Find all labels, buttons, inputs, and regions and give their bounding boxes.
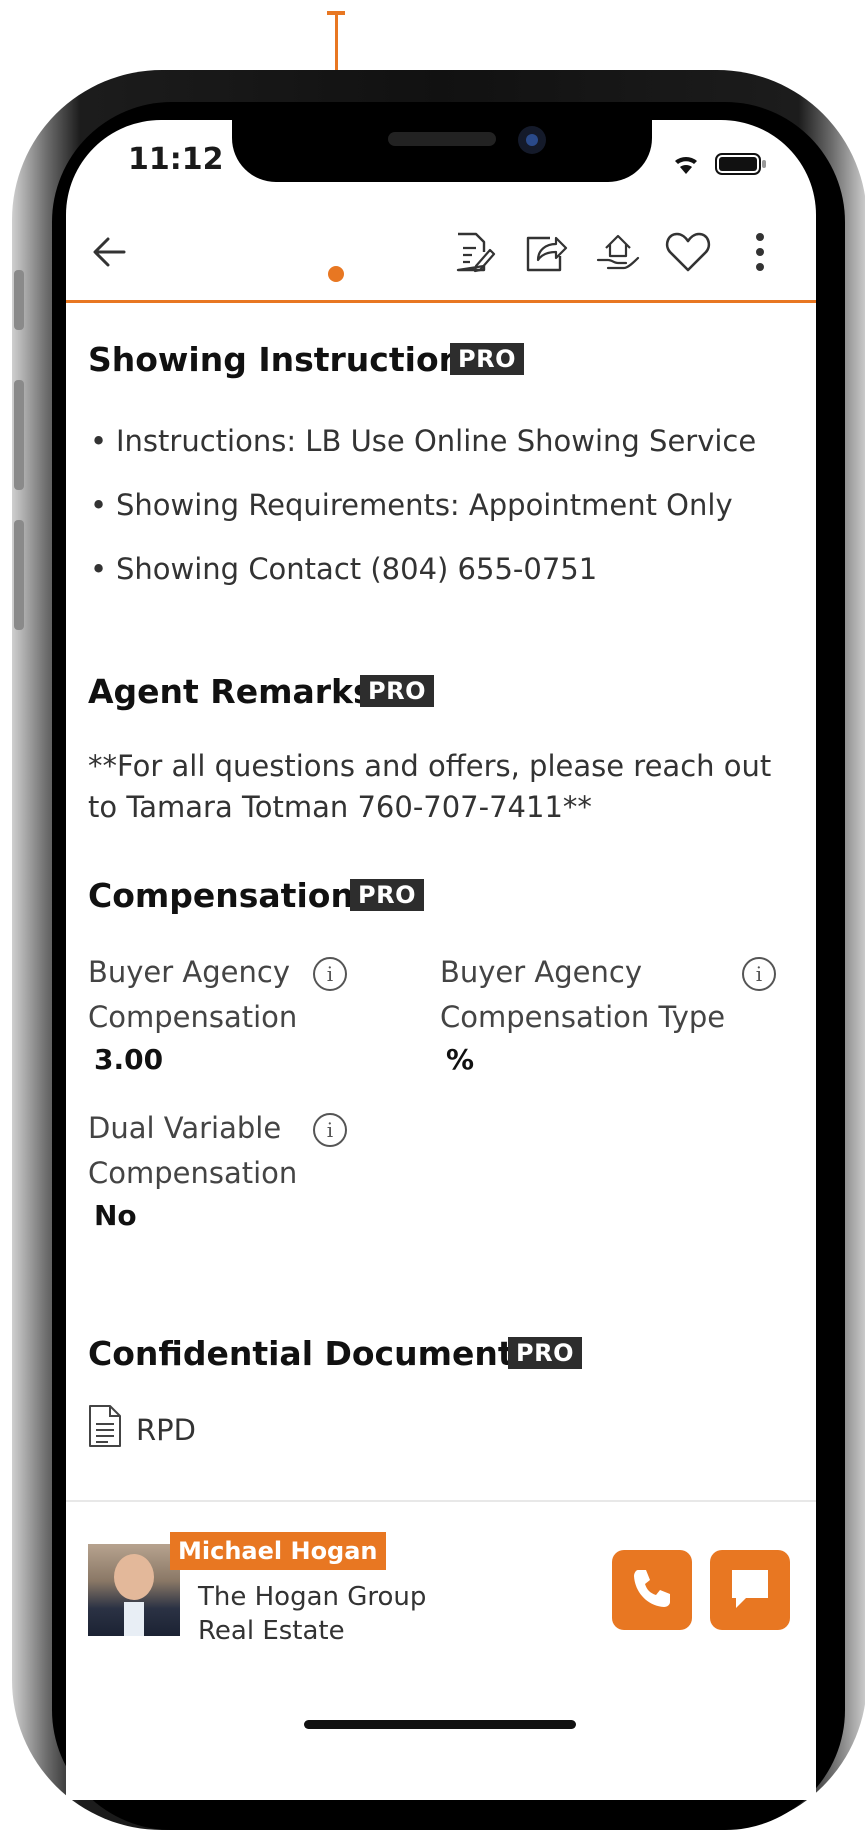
list-item: Instructions: LB Use Online Showing Serv… [90, 424, 756, 458]
buyer-agency-compensation-type-value: % [446, 1043, 475, 1076]
info-icon[interactable]: i [742, 957, 776, 991]
chat-bubble-icon [726, 1564, 774, 1616]
agent-remarks-title: Agent Remarks [88, 672, 373, 711]
status-icons [672, 148, 772, 178]
agent-name[interactable]: Michael Hogan [170, 1532, 386, 1570]
home-offer-icon[interactable] [592, 226, 644, 278]
more-vertical-icon[interactable] [734, 226, 786, 278]
compensation-pro-badge: PRO [350, 879, 424, 911]
call-button[interactable] [612, 1550, 692, 1630]
showing-instructions-pro-badge: PRO [450, 343, 524, 375]
volume-up-button [14, 380, 24, 490]
wifi-icon [675, 156, 697, 174]
home-indicator [304, 1720, 576, 1729]
confidential-documents-pro-badge: PRO [508, 1337, 582, 1369]
avatar[interactable] [88, 1544, 180, 1636]
list-item: Showing Requirements: Appointment Only [90, 488, 733, 522]
document-link-rpd[interactable]: RPD [88, 1404, 196, 1455]
compensation-title: Compensation [88, 876, 354, 915]
document-icon [88, 1404, 122, 1455]
agent-remarks-pro-badge: PRO [360, 675, 434, 707]
back-arrow-icon[interactable] [84, 226, 136, 278]
appbar-accent-line [66, 300, 816, 303]
bottom-divider [66, 1500, 816, 1502]
agent-remarks-text: **For all questions and offers, please r… [88, 749, 772, 824]
buyer-agency-compensation-type-label: Buyer Agency Compensation Type [440, 955, 726, 1034]
dual-variable-compensation-value: No [94, 1199, 137, 1232]
phone-icon [628, 1564, 676, 1616]
showing-instructions-title: Showing Instructions [88, 340, 482, 379]
callout-dot [328, 266, 344, 282]
edit-document-icon[interactable] [446, 226, 498, 278]
list-item: Showing Contact (804) 655-0751 [90, 552, 597, 586]
buyer-agency-compensation-label: Buyer Agency Compensation [88, 955, 298, 1034]
speaker [388, 132, 496, 146]
document-name: RPD [136, 1412, 196, 1447]
info-icon[interactable]: i [313, 1113, 347, 1147]
volume-down-button [14, 520, 24, 630]
front-camera [518, 126, 546, 154]
share-icon[interactable] [520, 226, 572, 278]
message-button[interactable] [710, 1550, 790, 1630]
mute-switch [14, 270, 24, 330]
dual-variable-compensation-label: Dual Variable Compensation [88, 1111, 298, 1190]
notch [232, 120, 652, 182]
buyer-agency-compensation-value: 3.00 [94, 1043, 164, 1076]
battery-icon [715, 153, 766, 175]
agent-company: The Hogan Group Real Estate [198, 1582, 427, 1646]
heart-icon[interactable] [662, 226, 714, 278]
status-time: 11:12 [128, 142, 224, 177]
info-icon[interactable]: i [313, 957, 347, 991]
confidential-documents-title: Confidential Documents [88, 1334, 534, 1373]
